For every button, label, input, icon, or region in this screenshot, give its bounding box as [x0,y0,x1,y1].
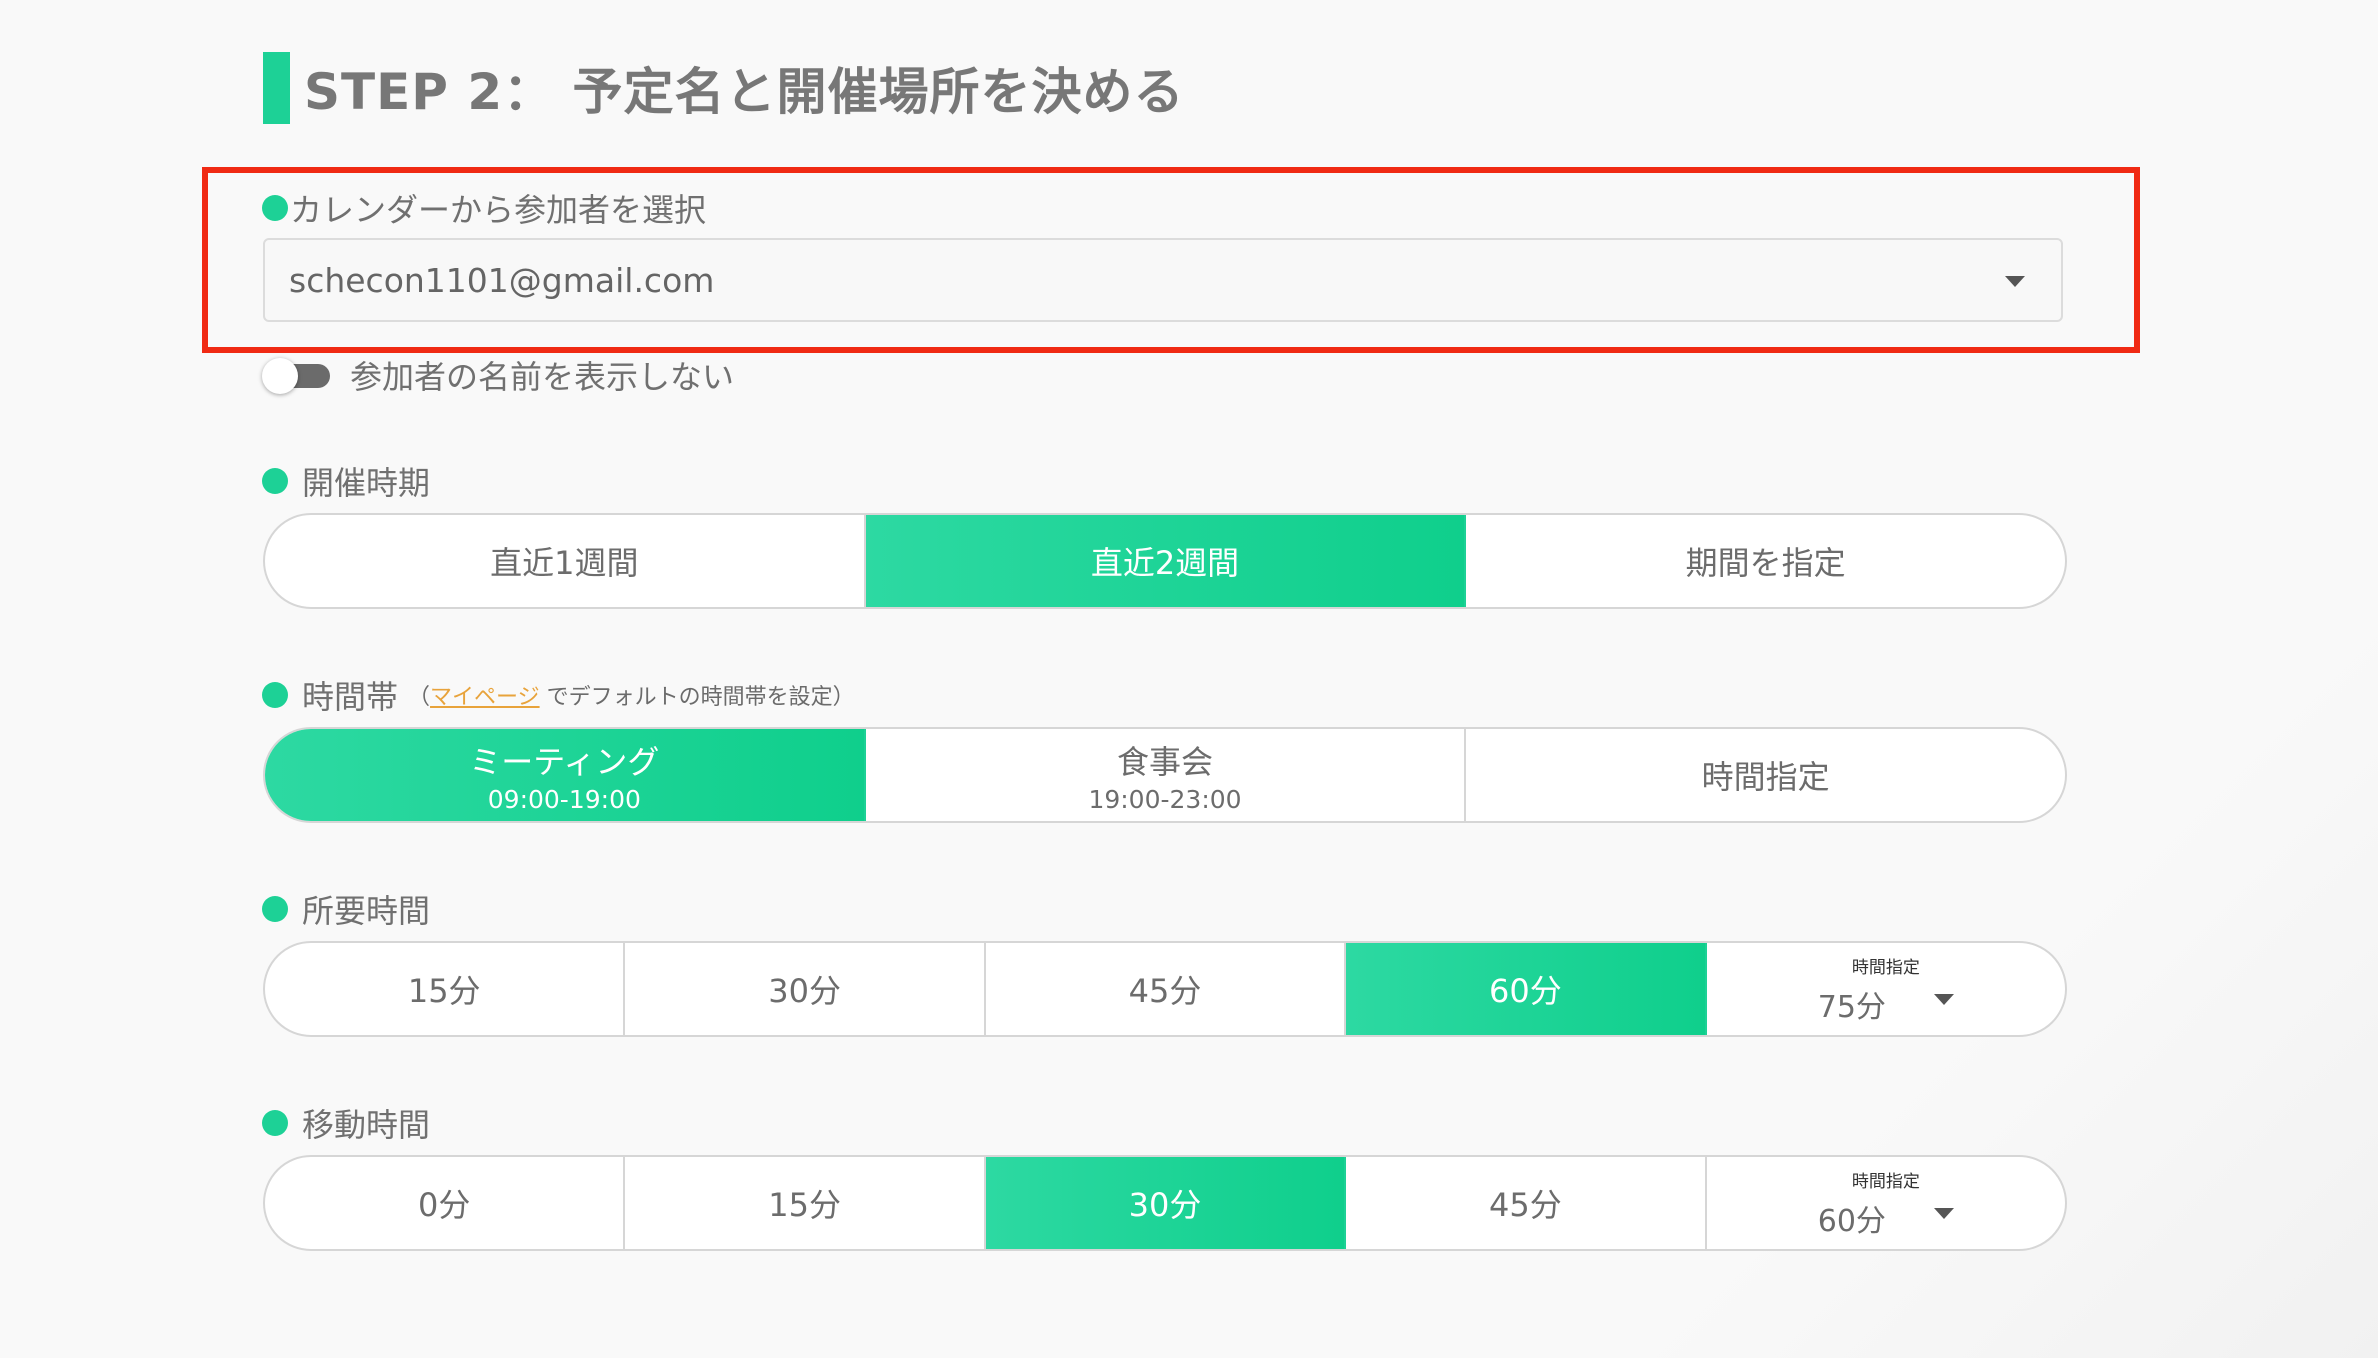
travel-custom-select[interactable]: 時間指定 60分 [1707,1157,2065,1249]
period-segment: 直近1週間 直近2週間 期間を指定 [263,513,2067,609]
timeslot-option-time: 09:00-19:00 [487,784,641,814]
bullet-dot-icon [262,468,288,494]
timeslot-option-meeting[interactable]: ミーティング 09:00-19:00 [265,729,866,821]
travel-option-label: 0分 [418,1186,471,1224]
step-accent-bar [263,52,290,124]
duration-custom-row: 75分 [1818,982,1954,1026]
note-rest: でデフォルトの時間帯を設定） [539,685,855,710]
caret-down-icon [1933,1208,1954,1219]
period-label-text: 開催時期 [302,464,431,502]
travel-option-15[interactable]: 15分 [625,1157,986,1249]
duration-custom-caption: 時間指定 [1851,957,1920,978]
travel-custom-row: 60分 [1818,1196,1954,1240]
timeslot-segment: ミーティング 09:00-19:00 食事会 19:00-23:00 時間指定 [263,727,2067,823]
timeslot-option-name: 時間指定 [1701,758,1830,796]
period-option-label: 直近1週間 [490,544,639,582]
travel-option-45[interactable]: 45分 [1346,1157,1707,1249]
travel-option-label: 45分 [1489,1186,1562,1224]
caret-down-icon [1933,994,1954,1005]
hide-names-toggle[interactable] [262,358,334,394]
duration-label-text: 所要時間 [302,892,431,930]
duration-option-label: 15分 [407,972,481,1010]
timeslot-note: （マイページ でデフォルトの時間帯を設定） [408,679,855,711]
travel-segment: 0分 15分 30分 45分 時間指定 60分 [263,1155,2067,1251]
duration-segment: 15分 30分 45分 60分 時間指定 75分 [263,941,2067,1037]
duration-option-label: 60分 [1489,972,1562,1010]
travel-label: 移動時間 [262,1100,430,1146]
duration-option-label: 30分 [768,972,841,1010]
duration-option-15[interactable]: 15分 [265,943,626,1035]
travel-label-text: 移動時間 [302,1106,431,1144]
duration-custom-value: 75分 [1817,989,1886,1025]
duration-option-30[interactable]: 30分 [625,943,986,1035]
travel-custom-caption: 時間指定 [1851,1171,1920,1192]
period-option-label: 期間を指定 [1685,544,1846,582]
toggle-knob [262,358,298,394]
note-open-paren: （ [408,685,431,710]
duration-option-60[interactable]: 60分 [1346,943,1707,1035]
duration-label: 所要時間 [262,886,430,932]
bullet-dot-icon [262,896,288,922]
travel-option-label: 30分 [1128,1186,1202,1224]
period-option-label: 直近2週間 [1090,544,1240,582]
bullet-dot-icon [262,682,288,708]
period-option-2weeks[interactable]: 直近2週間 [865,515,1467,607]
duration-custom-select[interactable]: 時間指定 75分 [1707,943,2065,1035]
duration-option-label: 45分 [1128,972,1202,1010]
bullet-dot-icon [262,1110,288,1136]
timeslot-label: 時間帯 （マイページ でデフォルトの時間帯を設定） [262,672,855,718]
timeslot-option-time: 19:00-23:00 [1088,784,1242,814]
mypage-link[interactable]: マイページ [430,685,540,710]
timeslot-option-custom[interactable]: 時間指定 [1466,729,2065,821]
duration-option-45[interactable]: 45分 [986,943,1347,1035]
travel-option-30[interactable]: 30分 [985,1157,1347,1249]
timeslot-option-name: ミーティング [469,742,660,781]
timeslot-option-dinner[interactable]: 食事会 19:00-23:00 [866,729,1467,821]
travel-custom-value: 60分 [1817,1203,1886,1239]
period-option-custom[interactable]: 期間を指定 [1466,515,2065,607]
period-label: 開催時期 [262,458,430,504]
timeslot-label-text: 時間帯 [302,678,399,716]
period-option-1week[interactable]: 直近1週間 [265,515,866,607]
timeslot-option-name: 食事会 [1117,742,1214,781]
travel-option-0[interactable]: 0分 [265,1157,626,1249]
step-title: STEP 2： 予定名と開催場所を決める [263,52,1185,124]
step-title-text: STEP 2： 予定名と開催場所を決める [304,63,1185,121]
travel-option-label: 15分 [768,1186,841,1224]
hide-names-label: 参加者の名前を表示しない [350,358,735,396]
highlight-box [202,167,2140,353]
